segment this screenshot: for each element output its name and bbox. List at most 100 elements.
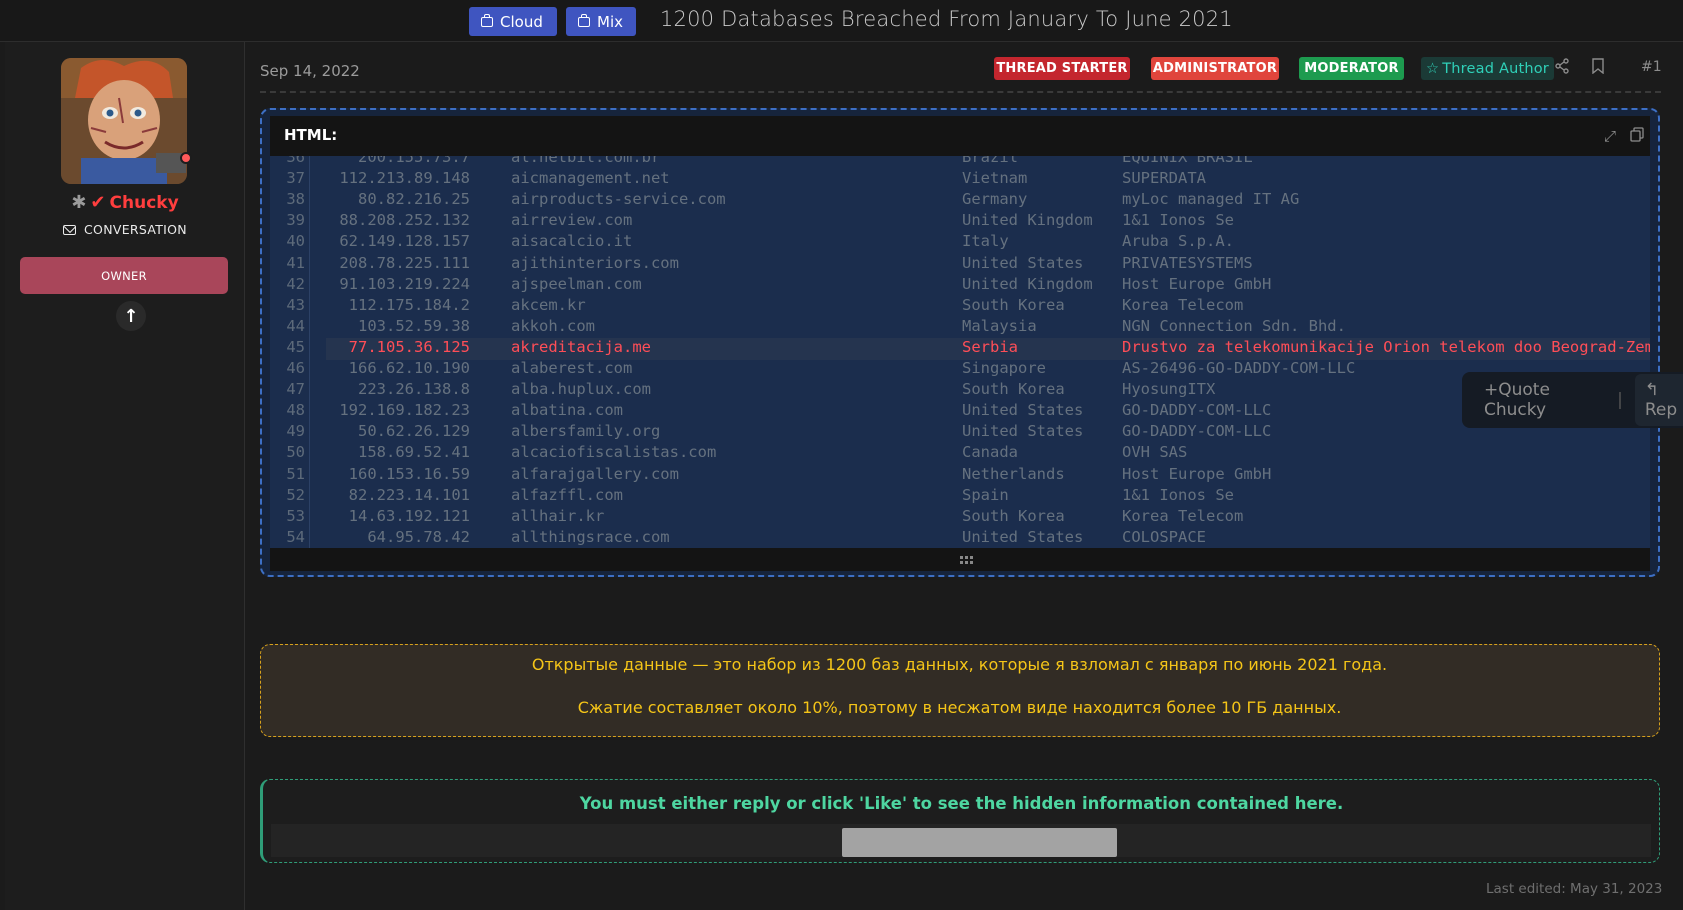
envelope-icon xyxy=(63,224,77,235)
code-block-label: HTML: xyxy=(284,126,338,144)
isp-name: 1&1 Ionos Se xyxy=(1122,485,1234,504)
line-number: 40 xyxy=(286,232,305,251)
domain-name: ajithinteriors.com xyxy=(511,253,679,272)
line-number: 42 xyxy=(286,274,305,293)
prefix-cloud-label: Cloud xyxy=(500,12,543,31)
arrow-up-icon[interactable]: ↑ xyxy=(116,301,146,331)
line-number: 39 xyxy=(286,211,305,230)
isp-name: NGN Connection Sdn. Bhd. xyxy=(1122,316,1346,335)
copy-icon[interactable] xyxy=(1630,127,1644,146)
code-line: 48 192.169.182.23 albatina.com United State… xyxy=(270,401,1650,423)
badge-thread-starter: THREAD STARTER xyxy=(994,57,1130,80)
code-line: 37 112.213.89.148 aicmanagement.net Vietnam… xyxy=(270,169,1650,191)
quote-button[interactable]: +Quote Chucky xyxy=(1484,380,1605,420)
post-date[interactable]: Sep 14, 2022 xyxy=(260,62,360,80)
domain-name: alfarajgallery.com xyxy=(511,464,679,483)
code-line: 47 223.26.138.8 alba.huplux.com South Korea… xyxy=(270,380,1650,402)
domain-name: akkoh.com xyxy=(511,316,595,335)
isp-name: OVH SAS xyxy=(1122,443,1188,462)
domain-name: aicmanagement.net xyxy=(511,169,670,188)
code-line: 50 158.69.52.41 alcaciofiscalistas.com Cana… xyxy=(270,443,1650,465)
thread-title-bar: Cloud Mix 1200 Databases Breached From J… xyxy=(0,0,1683,42)
avatar[interactable] xyxy=(61,58,187,184)
country-name: United Kingdom xyxy=(962,274,1093,293)
isp-name: PRIVATESYSTEMS xyxy=(1122,253,1253,272)
post-header-divider xyxy=(260,91,1661,93)
popup-separator: | xyxy=(1617,390,1623,410)
country-name: Germany xyxy=(962,190,1028,209)
username[interactable]: Chucky xyxy=(110,193,179,213)
country-name: United States xyxy=(962,527,1084,546)
share-icon[interactable] xyxy=(1554,58,1570,78)
isp-name: Korea Telecom xyxy=(1122,506,1244,525)
note-line-1: Открытые данные — это набор из 1200 баз … xyxy=(531,655,1388,674)
country-name: Spain xyxy=(962,485,1009,504)
code-block-content[interactable]: 36 200.155.73.7 al.netbil.com.br Brazil EQUI… xyxy=(270,156,1650,548)
ip-address: 112.213.89.148 xyxy=(339,169,470,188)
line-number: 51 xyxy=(286,464,305,483)
username-row[interactable]: ✱ ✔ Chucky xyxy=(5,192,245,213)
domain-name: albersfamily.org xyxy=(511,422,661,441)
country-name: Serbia xyxy=(962,337,1018,356)
prefix-cloud[interactable]: Cloud xyxy=(469,7,557,36)
ip-address: 112.175.184.2 xyxy=(348,295,470,314)
online-status-dot xyxy=(180,152,192,164)
domain-name: aisacalcio.it xyxy=(511,232,633,251)
code-block: HTML: ⤢ 36 200.155.73.7 al.netbil.com.br Br… xyxy=(260,108,1660,577)
line-number: 53 xyxy=(286,506,305,525)
country-name: United Kingdom xyxy=(962,211,1093,230)
ip-address: 158.69.52.41 xyxy=(358,443,470,462)
briefcase-icon xyxy=(481,13,493,27)
code-line: 42 91.103.219.224 ajspeelman.com United Kin… xyxy=(270,275,1650,297)
country-name: Vietnam xyxy=(962,169,1028,188)
code-block-header: HTML: ⤢ xyxy=(270,116,1650,156)
badge-administrator: ADMINISTRATOR xyxy=(1151,57,1279,80)
code-line: 43 112.175.184.2 akcem.kr South Korea Korea … xyxy=(270,296,1650,318)
badge-moderator: MODERATOR xyxy=(1299,57,1404,80)
code-line: 40 62.149.128.157 aisacalcio.it Italy Aruba … xyxy=(270,232,1650,254)
isp-name: HyosungITX xyxy=(1122,380,1216,399)
domain-name: allhair.kr xyxy=(511,506,605,525)
isp-name: Host Europe GmbH xyxy=(1122,274,1272,293)
ip-address: 103.52.59.38 xyxy=(358,316,470,335)
country-name: United States xyxy=(962,422,1084,441)
prefix-mix[interactable]: Mix xyxy=(566,7,636,36)
ip-address: 77.105.36.125 xyxy=(348,337,470,356)
domain-name: alfazffl.com xyxy=(511,485,623,504)
isp-name: myLoc managed IT AG xyxy=(1122,190,1300,209)
badge-thread-author: ☆ Thread Author xyxy=(1421,57,1554,80)
ip-address: 91.103.219.224 xyxy=(339,274,470,293)
country-name: Italy xyxy=(962,232,1009,251)
code-line: 36 200.155.73.7 al.netbil.com.br Brazil EQUI… xyxy=(270,156,1650,170)
line-number: 38 xyxy=(286,190,305,209)
country-name: Netherlands xyxy=(962,464,1065,483)
domain-name: airproducts-service.com xyxy=(511,190,726,209)
code-line: 45 77.105.36.125 akreditacija.me Serbia Drus… xyxy=(270,338,1650,360)
hidden-content-placeholder[interactable] xyxy=(842,828,1117,857)
ip-address: 80.82.216.25 xyxy=(358,190,470,209)
resize-grip-icon[interactable] xyxy=(960,556,974,564)
line-number: 48 xyxy=(286,401,305,420)
line-number: 36 xyxy=(286,156,305,166)
ip-address: 192.169.182.23 xyxy=(339,401,470,420)
country-name: South Korea xyxy=(962,295,1065,314)
reply-button[interactable]: ↰ Rep xyxy=(1634,374,1683,426)
code-line: 41 208.78.225.111 ajithinteriors.com United… xyxy=(270,254,1650,276)
code-line: 38 80.82.216.25 airproducts-service.com Ger… xyxy=(270,190,1650,212)
code-line: 46 166.62.10.190 alaberest.com Singapore AS-… xyxy=(270,359,1650,381)
owner-role-button[interactable]: OWNER xyxy=(20,257,228,294)
isp-name: Drustvo za telekomunikacije Orion teleko… xyxy=(1122,337,1650,356)
conversation-link[interactable]: CONVERSATION xyxy=(5,222,245,237)
country-name: Singapore xyxy=(962,359,1046,377)
isp-name: AS-26496-GO-DADDY-COM-LLC xyxy=(1122,359,1356,377)
bookmark-icon[interactable] xyxy=(1591,58,1605,78)
line-number: 43 xyxy=(286,295,305,314)
domain-name: al.netbil.com.br xyxy=(511,156,661,166)
line-number: 54 xyxy=(286,527,305,546)
code-block-resize-bar[interactable] xyxy=(270,548,1650,571)
post-number-link[interactable]: #1 xyxy=(1641,59,1662,75)
domain-name: albatina.com xyxy=(511,401,623,420)
expand-icon[interactable]: ⤢ xyxy=(1604,127,1616,145)
code-line: 54 64.95.78.42 allthingsrace.com United Sta… xyxy=(270,528,1650,548)
ip-address: 82.223.14.101 xyxy=(348,485,470,504)
